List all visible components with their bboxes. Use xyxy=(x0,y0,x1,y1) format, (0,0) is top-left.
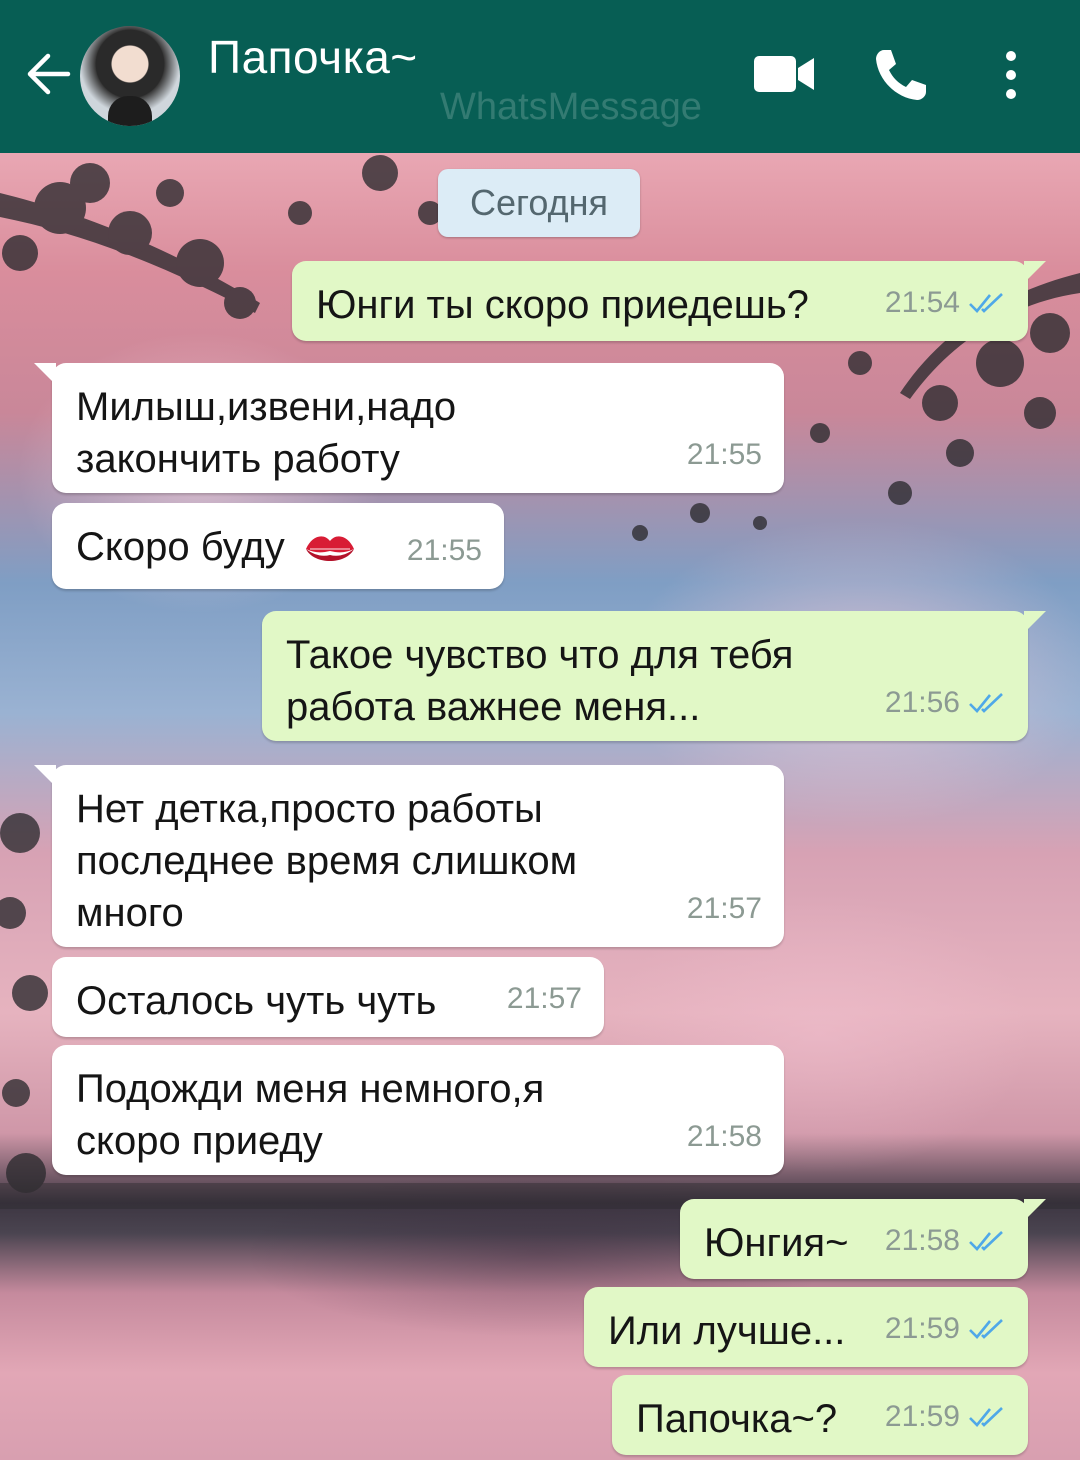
message-text: Осталось чуть чуть xyxy=(76,979,437,1023)
read-ticks-icon xyxy=(969,693,1003,713)
message-time: 21:58 xyxy=(686,1120,762,1153)
read-ticks-icon xyxy=(969,1231,1003,1251)
message-time: 21:55 xyxy=(686,438,762,471)
message-meta: 21:54 xyxy=(885,277,1006,329)
message-meta: 21:58 xyxy=(885,1215,1006,1267)
message-time: 21:57 xyxy=(506,982,582,1015)
message-outgoing[interactable]: Папочка~? 21:59 xyxy=(612,1375,1028,1455)
message-text: Папочка~? xyxy=(636,1397,838,1441)
message-text: Подожди меня немного,я скоро приеду xyxy=(76,1067,545,1163)
phone-icon[interactable] xyxy=(872,46,930,104)
message-incoming[interactable]: Подожди меня немного,я скоро приеду 21:5… xyxy=(52,1045,784,1175)
message-incoming[interactable]: Милыш,извени,надо закончить работу 21:55 xyxy=(34,363,784,493)
message-text: Нет детка,просто работы последнее время … xyxy=(76,787,578,935)
message-incoming[interactable]: Нет детка,просто работы последнее время … xyxy=(34,765,784,947)
message-time: 21:59 xyxy=(884,1312,960,1345)
message-meta: 21:56 xyxy=(885,677,1006,729)
message-incoming[interactable]: Скоро буду 21:55 xyxy=(52,503,504,589)
kiss-mark-emoji-icon xyxy=(305,536,354,562)
message-text: Или лучше... xyxy=(608,1309,846,1353)
bubble-tail xyxy=(34,363,56,385)
date-chip: Сегодня xyxy=(438,169,640,237)
message-time: 21:54 xyxy=(884,286,960,319)
message-time: 21:59 xyxy=(884,1400,960,1433)
message-meta: 21:58 xyxy=(687,1111,762,1163)
read-ticks-icon xyxy=(969,293,1003,313)
message-text: Скоро буду xyxy=(76,525,285,569)
contact-avatar[interactable] xyxy=(80,26,180,126)
message-time: 21:56 xyxy=(884,686,960,719)
message-outgoing[interactable]: Или лучше... 21:59 xyxy=(584,1287,1028,1367)
bubble-tail xyxy=(1024,261,1046,283)
message-outgoing[interactable]: Юнги ты скоро приедешь? 21:54 xyxy=(292,261,1046,341)
contact-name[interactable]: Папочка~ xyxy=(208,30,418,84)
message-meta: 21:57 xyxy=(687,883,762,935)
message-time: 21:55 xyxy=(406,534,482,567)
read-ticks-icon xyxy=(969,1407,1003,1427)
message-meta: 21:57 xyxy=(507,973,582,1025)
video-call-icon[interactable] xyxy=(752,48,816,100)
message-text: Юнгия~ xyxy=(704,1221,849,1265)
message-text: Милыш,извени,надо закончить работу xyxy=(76,385,457,481)
bubble-tail xyxy=(34,765,56,787)
message-meta: 21:55 xyxy=(687,429,762,481)
message-outgoing[interactable]: Юнгия~ 21:58 xyxy=(680,1199,1046,1279)
watermark-text: WhatsMessage xyxy=(440,86,702,128)
message-meta: 21:59 xyxy=(885,1303,1006,1355)
bubble-tail xyxy=(1024,1199,1046,1221)
more-vert-icon[interactable] xyxy=(996,46,1026,104)
read-ticks-icon xyxy=(969,1319,1003,1339)
back-arrow-icon[interactable] xyxy=(24,48,72,100)
message-text: Юнги ты скоро приедешь? xyxy=(316,283,809,327)
message-time: 21:57 xyxy=(686,892,762,925)
message-incoming[interactable]: Осталось чуть чуть 21:57 xyxy=(52,957,604,1037)
chat-area[interactable]: Сегодня Юнги ты скоро приедешь? 21:54 Ми… xyxy=(0,153,1080,1460)
message-meta: 21:59 xyxy=(885,1391,1006,1443)
message-meta: 21:55 xyxy=(407,525,482,577)
bubble-tail xyxy=(1024,611,1046,633)
message-outgoing[interactable]: Такое чувство что для тебя работа важнее… xyxy=(262,611,1046,741)
chat-header: Папочка~ WhatsMessage xyxy=(0,0,1080,153)
message-time: 21:58 xyxy=(884,1224,960,1257)
